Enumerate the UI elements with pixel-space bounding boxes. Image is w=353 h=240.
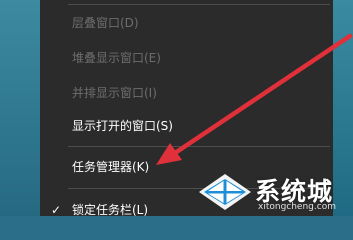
windows-logo-icon [199, 174, 251, 210]
site-watermark: 系统城 xitongcheng.com [196, 170, 353, 216]
watermark-url: xitongcheng.com [258, 202, 336, 212]
